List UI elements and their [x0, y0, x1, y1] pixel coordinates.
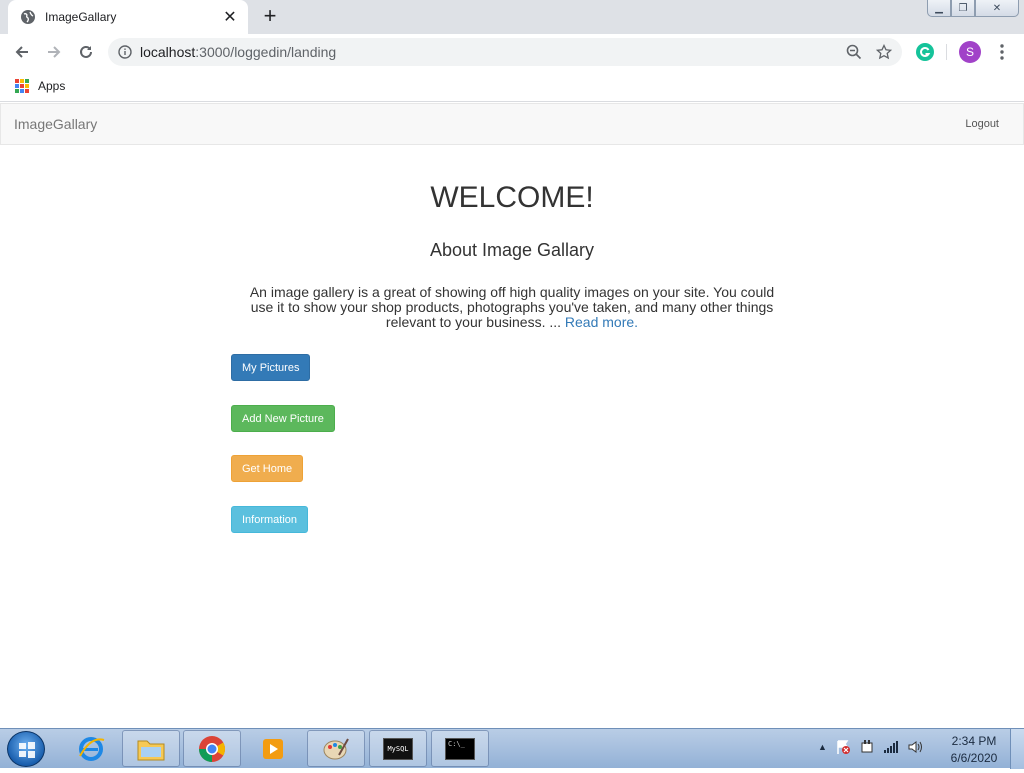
- new-tab-button[interactable]: +: [258, 5, 282, 29]
- get-home-button[interactable]: Get Home: [231, 455, 304, 482]
- zoom-out-icon[interactable]: [846, 44, 862, 60]
- apps-grid-icon[interactable]: [15, 78, 29, 93]
- tab-strip: ImageGallary ✕ + ▁ ❐ ✕: [0, 0, 1024, 34]
- action-center-flag-icon[interactable]: [835, 739, 851, 755]
- bookmarks-bar: Apps: [0, 70, 1024, 102]
- show-desktop-button[interactable]: [1010, 729, 1024, 769]
- logout-link[interactable]: Logout: [965, 118, 999, 130]
- chrome-icon: [198, 735, 226, 762]
- reload-button[interactable]: [74, 40, 98, 64]
- taskbar-paint[interactable]: [307, 730, 365, 767]
- forward-button[interactable]: [42, 40, 66, 64]
- restore-button[interactable]: ❐: [951, 0, 975, 17]
- read-more-link[interactable]: Read more.: [565, 314, 638, 330]
- mysql-label: MySQL: [387, 744, 409, 753]
- profile-avatar[interactable]: S: [959, 41, 981, 63]
- volume-icon[interactable]: [907, 739, 923, 755]
- taskbar-ie[interactable]: [62, 730, 120, 767]
- globe-icon: [21, 10, 35, 24]
- url-path: :3000/loggedin/landing: [195, 44, 337, 60]
- start-button[interactable]: [7, 731, 45, 767]
- toolbar-separator: [946, 44, 947, 60]
- browser-toolbar: localhost:3000/loggedin/landing S: [0, 34, 1024, 70]
- url-text: localhost:3000/loggedin/landing: [140, 44, 336, 60]
- taskbar-cmd[interactable]: C:\_: [431, 730, 489, 767]
- about-heading: About Image Gallary: [429, 240, 595, 260]
- navbar-brand[interactable]: ImageGallary: [14, 116, 97, 132]
- main-content: WELCOME! About Image Gallary An image ga…: [0, 145, 1024, 728]
- reload-icon: [80, 45, 92, 58]
- power-plug-icon[interactable]: [859, 739, 875, 755]
- browser-tab[interactable]: ImageGallary ✕: [8, 0, 248, 34]
- clock-date: 6/6/2020: [950, 751, 998, 765]
- back-button[interactable]: [10, 40, 34, 64]
- window-close-button[interactable]: ✕: [975, 0, 1019, 17]
- tab-title: ImageGallary: [45, 10, 117, 24]
- apps-bookmark[interactable]: Apps: [38, 79, 65, 93]
- description-paragraph: An image gallery is a great of showing o…: [238, 285, 786, 330]
- minimize-button[interactable]: ▁: [927, 0, 951, 17]
- network-signal-icon[interactable]: [883, 739, 899, 755]
- add-new-picture-button[interactable]: Add New Picture: [231, 405, 335, 432]
- arrow-left-icon: [15, 46, 28, 58]
- kebab-menu-icon[interactable]: [994, 42, 1010, 62]
- grammarly-icon[interactable]: [915, 42, 935, 62]
- window-controls: ▁ ❐ ✕: [927, 0, 1019, 18]
- media-player-icon: [263, 738, 283, 759]
- info-icon[interactable]: [118, 45, 132, 59]
- system-tray: ▲: [818, 739, 923, 755]
- page-title: WELCOME!: [430, 181, 594, 214]
- mysql-console-icon: MySQL: [383, 737, 413, 760]
- taskbar-clock[interactable]: 2:34 PM 6/6/2020: [944, 733, 1004, 767]
- star-icon[interactable]: [876, 44, 892, 60]
- taskbar-media-player[interactable]: [244, 730, 302, 767]
- information-button[interactable]: Information: [231, 506, 309, 533]
- internet-explorer-icon: [79, 736, 105, 761]
- url-host: localhost: [140, 44, 196, 60]
- site-navbar: ImageGallary Logout: [0, 103, 1024, 145]
- tray-expand-icon[interactable]: ▲: [818, 742, 827, 752]
- arrow-right-icon: [48, 46, 61, 58]
- description-text: An image gallery is a great of showing o…: [249, 284, 775, 330]
- command-prompt-icon: C:\_: [445, 737, 475, 760]
- windows-logo-icon: [19, 742, 35, 758]
- my-pictures-button[interactable]: My Pictures: [231, 354, 311, 381]
- folder-icon: [137, 740, 165, 760]
- taskbar: MySQL C:\_ ▲ 2:34 PM 6/6/2020: [0, 728, 1024, 769]
- close-tab-icon[interactable]: ✕: [222, 7, 238, 27]
- address-bar[interactable]: localhost:3000/loggedin/landing: [108, 38, 902, 66]
- taskbar-mysql[interactable]: MySQL: [369, 730, 427, 767]
- taskbar-chrome[interactable]: [183, 730, 241, 767]
- paint-palette-icon: [323, 738, 349, 759]
- taskbar-explorer[interactable]: [122, 730, 180, 767]
- clock-time: 2:34 PM: [951, 734, 997, 748]
